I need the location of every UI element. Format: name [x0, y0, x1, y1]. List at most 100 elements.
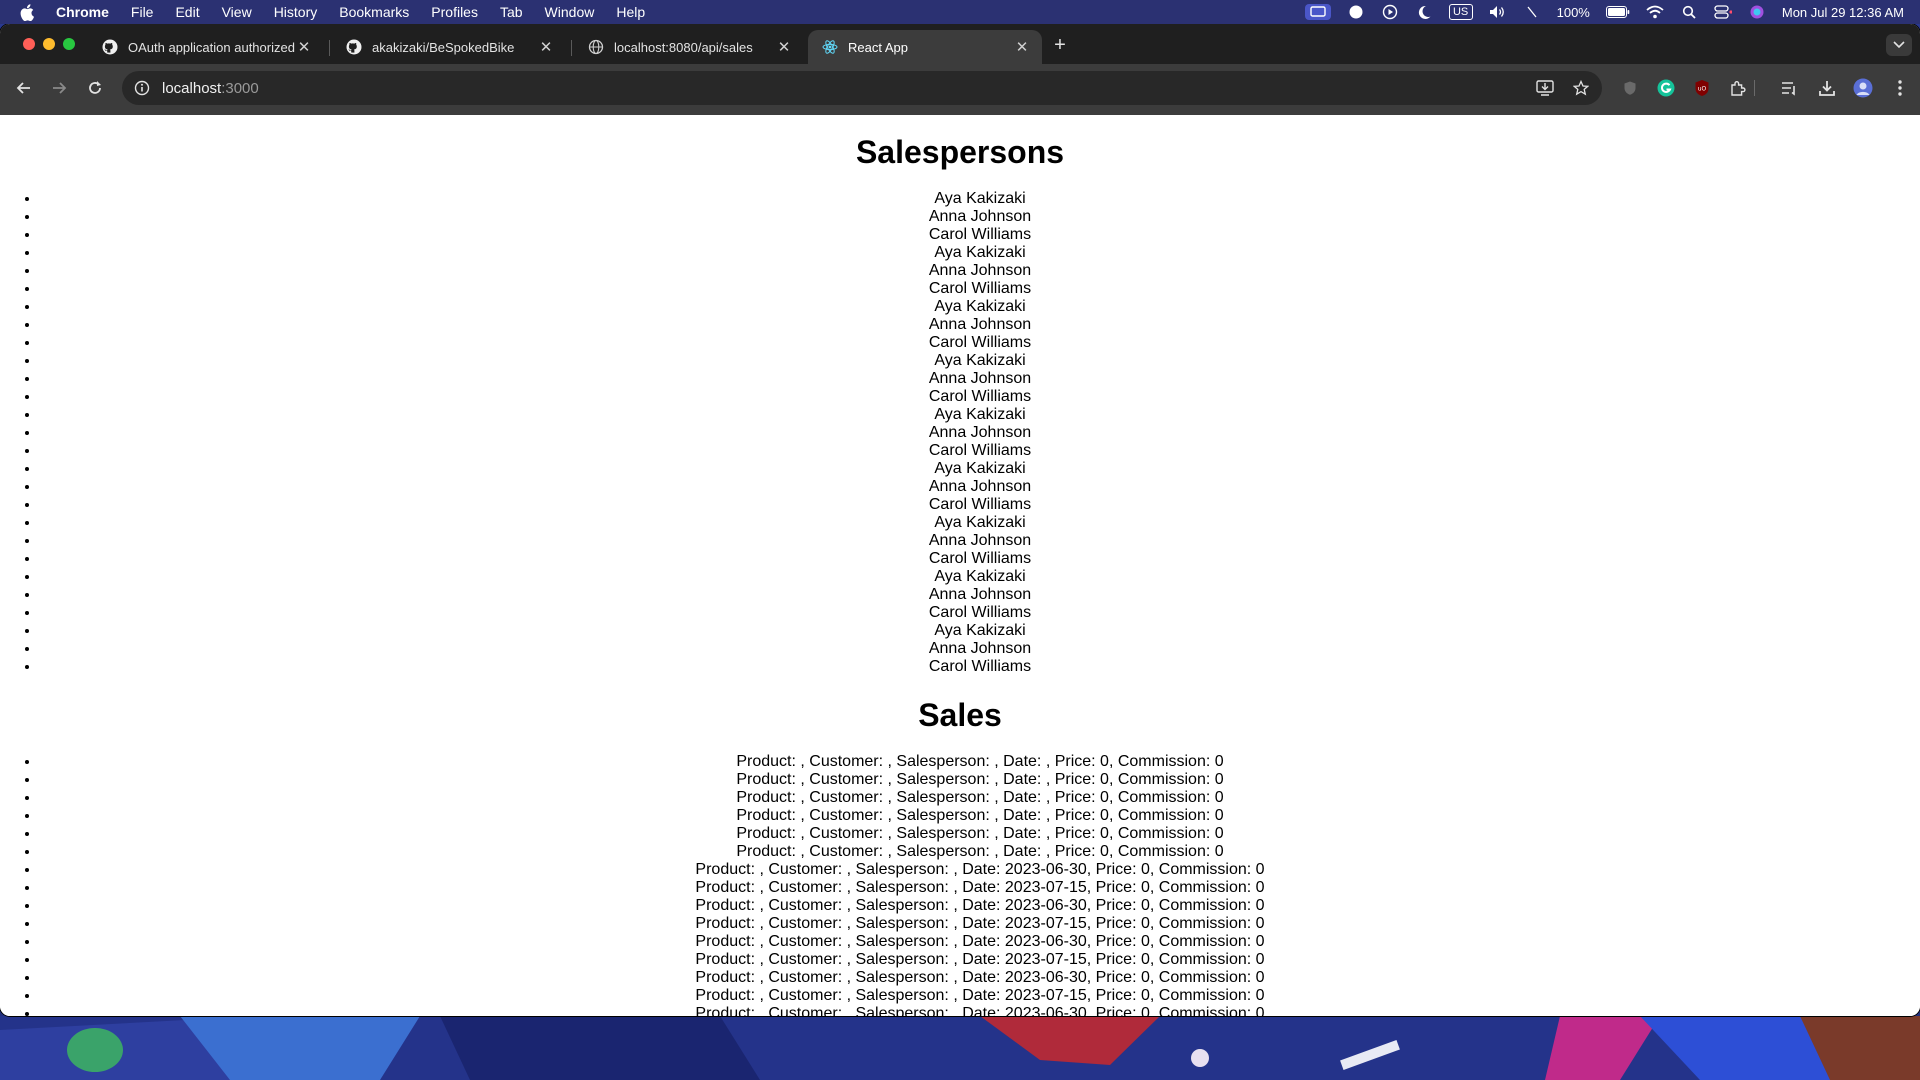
menu-file[interactable]: File [131, 4, 154, 20]
menubar-status-area: US 100% Mon Jul 29 12:36 AM [1304, 0, 1904, 24]
window-maximize-button[interactable] [63, 38, 75, 50]
salesperson-item: Carol Williams [40, 550, 1920, 568]
battery-percentage: 100% [1556, 4, 1590, 20]
moon-icon[interactable] [1415, 4, 1433, 20]
profile-avatar-icon[interactable] [1851, 76, 1875, 100]
window-close-button[interactable] [23, 38, 35, 50]
menu-edit[interactable]: Edit [175, 4, 199, 20]
salesperson-item: Aya Kakizaki [40, 244, 1920, 262]
menu-history[interactable]: History [274, 4, 318, 20]
menu-app-name[interactable]: Chrome [56, 4, 109, 20]
browser-window: OAuth application authorized ✕ akakizaki… [0, 24, 1920, 1016]
sale-item: Product: , Customer: , Salesperson: , Da… [40, 915, 1920, 933]
sale-item: Product: , Customer: , Salesperson: , Da… [40, 825, 1920, 843]
salesperson-item: Anna Johnson [40, 262, 1920, 280]
page-content: Salespersons Aya KakizakiAnna JohnsonCar… [0, 115, 1920, 1016]
tab-bespokedbike-repo[interactable]: akakizaki/BeSpokedBike ✕ [332, 30, 566, 64]
sale-item: Product: , Customer: , Salesperson: , Da… [40, 1005, 1920, 1016]
salesperson-item: Aya Kakizaki [40, 568, 1920, 586]
salesperson-item: Anna Johnson [40, 424, 1920, 442]
sale-item: Product: , Customer: , Salesperson: , Da… [40, 969, 1920, 987]
salespersons-heading: Salespersons [855, 134, 1065, 170]
play-circle-icon[interactable] [1381, 4, 1399, 20]
reading-list-icon[interactable] [1778, 76, 1802, 100]
salesperson-item: Anna Johnson [40, 478, 1920, 496]
salesperson-item: Aya Kakizaki [40, 406, 1920, 424]
tab-close-button[interactable]: ✕ [296, 39, 312, 56]
tab-separator [571, 40, 572, 56]
salesperson-item: Carol Williams [40, 280, 1920, 298]
sales-heading: Sales [918, 697, 1002, 733]
tab-title: OAuth application authorized [128, 39, 295, 55]
volume-icon[interactable] [1489, 4, 1507, 20]
salesperson-item: Aya Kakizaki [40, 352, 1920, 370]
reload-button[interactable] [83, 76, 107, 100]
shield-extension-icon[interactable] [1618, 76, 1642, 100]
bluetooth-off-icon[interactable] [1523, 4, 1541, 20]
menu-view[interactable]: View [222, 4, 252, 20]
sale-item: Product: , Customer: , Salesperson: , Da… [40, 879, 1920, 897]
address-bar[interactable]: localhost:3000 [122, 71, 1602, 105]
bookmark-star-icon[interactable] [1570, 77, 1592, 99]
menu-help[interactable]: Help [616, 4, 645, 20]
focus-circle-icon[interactable] [1347, 4, 1365, 20]
sale-item: Product: , Customer: , Salesperson: , Da… [40, 843, 1920, 861]
tab-title: localhost:8080/api/sales [614, 39, 753, 55]
salesperson-item: Anna Johnson [40, 370, 1920, 388]
sale-item: Product: , Customer: , Salesperson: , Da… [40, 861, 1920, 879]
salesperson-item: Anna Johnson [40, 208, 1920, 226]
salesperson-item: Aya Kakizaki [40, 298, 1920, 316]
extensions-puzzle-icon[interactable] [1726, 76, 1750, 100]
salesperson-item: Carol Williams [40, 442, 1920, 460]
salesperson-item: Aya Kakizaki [40, 190, 1920, 208]
menu-window[interactable]: Window [545, 4, 595, 20]
tab-close-button[interactable]: ✕ [776, 39, 792, 56]
react-icon [822, 39, 838, 55]
tab-search-button[interactable] [1886, 34, 1912, 56]
apple-icon[interactable] [20, 3, 38, 21]
sale-item: Product: , Customer: , Salesperson: , Da… [40, 933, 1920, 951]
globe-icon [588, 39, 604, 55]
salesperson-item: Anna Johnson [40, 640, 1920, 658]
window-minimize-button[interactable] [43, 38, 55, 50]
chrome-menu-icon[interactable] [1888, 76, 1912, 100]
ublock-origin-icon[interactable]: uO [1690, 76, 1714, 100]
svg-text:uO: uO [1698, 86, 1707, 93]
downloads-icon[interactable] [1815, 76, 1839, 100]
install-app-icon[interactable] [1534, 77, 1556, 99]
menu-bookmarks[interactable]: Bookmarks [339, 4, 409, 20]
wifi-icon[interactable] [1646, 4, 1664, 20]
grammarly-icon[interactable] [1654, 76, 1678, 100]
new-tab-button[interactable]: + [1050, 35, 1070, 56]
url-host: localhost [162, 79, 222, 97]
spotlight-search-icon[interactable] [1680, 4, 1698, 20]
tab-oauth-authorized[interactable]: OAuth application authorized ✕ [88, 30, 324, 64]
sales-list: Product: , Customer: , Salesperson: , Da… [0, 753, 1920, 1016]
sale-item: Product: , Customer: , Salesperson: , Da… [40, 951, 1920, 969]
control-center-icon[interactable] [1714, 4, 1732, 20]
menu-tab[interactable]: Tab [500, 4, 523, 20]
sale-item: Product: , Customer: , Salesperson: , Da… [40, 807, 1920, 825]
salesperson-item: Aya Kakizaki [40, 460, 1920, 478]
salesperson-item: Aya Kakizaki [40, 514, 1920, 532]
browser-toolbar: localhost:3000 uO [0, 64, 1920, 112]
tab-close-button[interactable]: ✕ [1014, 39, 1030, 56]
battery-icon[interactable] [1605, 4, 1630, 20]
address-bar-actions [1534, 77, 1592, 99]
salesperson-item: Anna Johnson [40, 532, 1920, 550]
screen-mirroring-icon[interactable] [1304, 4, 1331, 20]
tab-title: React App [848, 39, 908, 55]
tab-react-app[interactable]: React App ✕ [808, 30, 1042, 64]
siri-icon[interactable] [1748, 4, 1766, 20]
tab-close-button[interactable]: ✕ [538, 39, 554, 56]
back-button[interactable] [12, 76, 36, 100]
macos-menu-bar: Chrome File Edit View History Bookmarks … [0, 0, 1920, 24]
menubar-clock[interactable]: Mon Jul 29 12:36 AM [1782, 5, 1904, 20]
site-info-icon[interactable] [132, 78, 152, 98]
forward-button[interactable] [47, 76, 71, 100]
tab-separator [329, 40, 330, 56]
keyboard-input-source[interactable]: US [1448, 4, 1473, 20]
menu-profiles[interactable]: Profiles [431, 4, 478, 20]
salesperson-item: Carol Williams [40, 334, 1920, 352]
tab-api-sales[interactable]: localhost:8080/api/sales ✕ [574, 30, 804, 64]
